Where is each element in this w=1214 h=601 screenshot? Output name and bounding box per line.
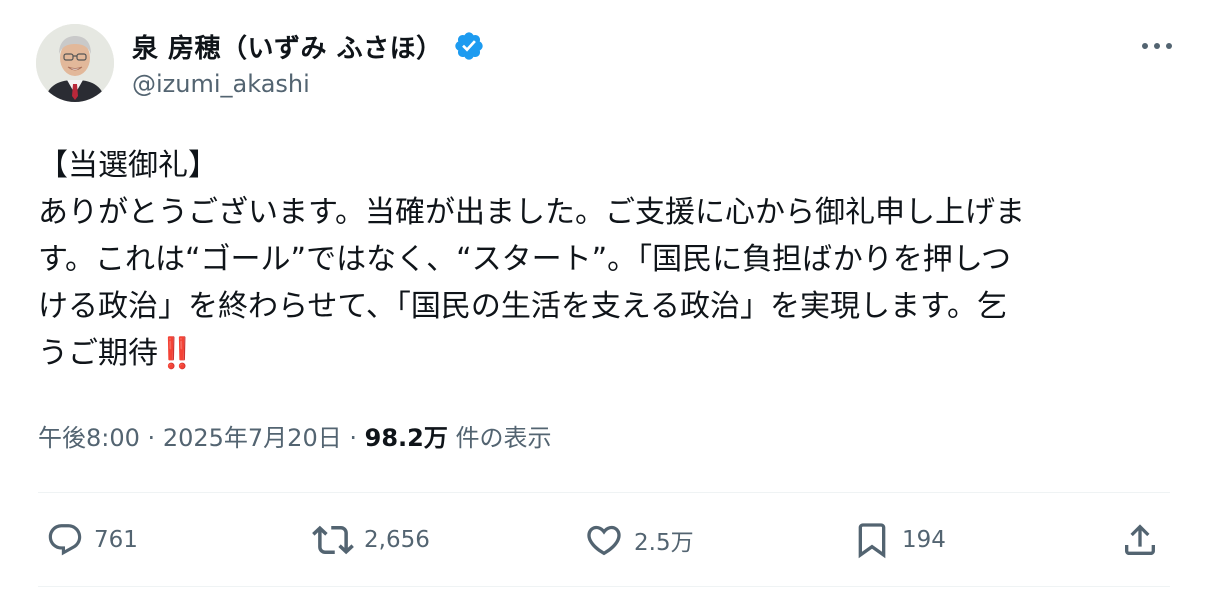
meta-separator: · bbox=[147, 424, 156, 452]
author-name-row: 泉 房穂（いずみ ふさほ） bbox=[132, 28, 485, 64]
avatar[interactable] bbox=[36, 24, 114, 102]
tweet-line-heading: 【当選御礼】 bbox=[38, 148, 218, 183]
reply-icon bbox=[48, 524, 82, 556]
tweet-line: ありがとうございます。当確が出ました。ご支援に心から御礼申し上げま bbox=[38, 195, 1025, 230]
views-count: 98.2万 bbox=[364, 424, 448, 452]
divider bbox=[38, 586, 1170, 587]
heart-icon bbox=[587, 525, 621, 556]
like-count: 2.5万 bbox=[634, 530, 694, 556]
tweet-time[interactable]: 午後8:00 bbox=[38, 424, 140, 452]
tweet-line-last: うご期待‼️ bbox=[38, 330, 1178, 377]
reply-button[interactable]: 761 bbox=[46, 514, 138, 566]
views-label: 件の表示 bbox=[455, 424, 552, 452]
more-options-icon bbox=[1142, 43, 1172, 49]
author-handle[interactable]: @izumi_akashi bbox=[132, 70, 310, 98]
double-exclamation-emoji: ‼️ bbox=[158, 336, 195, 371]
tweet-date[interactable]: 2025年7月20日 bbox=[163, 424, 342, 452]
meta-separator: · bbox=[349, 424, 357, 452]
divider bbox=[38, 492, 1170, 493]
bookmark-icon bbox=[858, 523, 886, 559]
retweet-icon bbox=[312, 525, 354, 555]
more-options-button[interactable] bbox=[1140, 34, 1174, 58]
share-button[interactable] bbox=[1120, 514, 1160, 566]
reply-count: 761 bbox=[94, 527, 138, 553]
bookmark-count: 194 bbox=[902, 527, 946, 553]
tweet-meta: 午後8:00 · 2025年7月20日 · 98.2万 件の表示 bbox=[38, 418, 552, 453]
avatar-portrait bbox=[36, 24, 114, 102]
tweet-text: 【当選御礼】 ありがとうございます。当確が出ました。ご支援に心から御礼申し上げま… bbox=[38, 142, 1178, 377]
verified-badge-icon[interactable] bbox=[453, 30, 485, 62]
tweet-line-text: うご期待 bbox=[38, 336, 158, 371]
retweet-button[interactable]: 2,656 bbox=[312, 514, 430, 566]
share-icon bbox=[1125, 524, 1155, 555]
retweet-count: 2,656 bbox=[364, 527, 430, 553]
tweet-line: す。これは“ゴール”ではなく、“スタート”。「国民に負担ばかりを押しつ bbox=[38, 242, 1011, 277]
like-button[interactable]: 2.5万 bbox=[584, 514, 694, 566]
tweet-card: 泉 房穂（いずみ ふさほ） @izumi_akashi 【当選御礼】 ありがとう… bbox=[0, 0, 1214, 601]
display-name[interactable]: 泉 房穂（いずみ ふさほ） bbox=[132, 28, 443, 65]
action-bar: 761 2,656 2.5万 194 bbox=[38, 514, 1170, 566]
bookmark-button[interactable]: 194 bbox=[852, 514, 946, 566]
tweet-line: ける政治」を終わらせて、「国民の生活を支える政治」を実現します。乞 bbox=[38, 289, 1007, 324]
